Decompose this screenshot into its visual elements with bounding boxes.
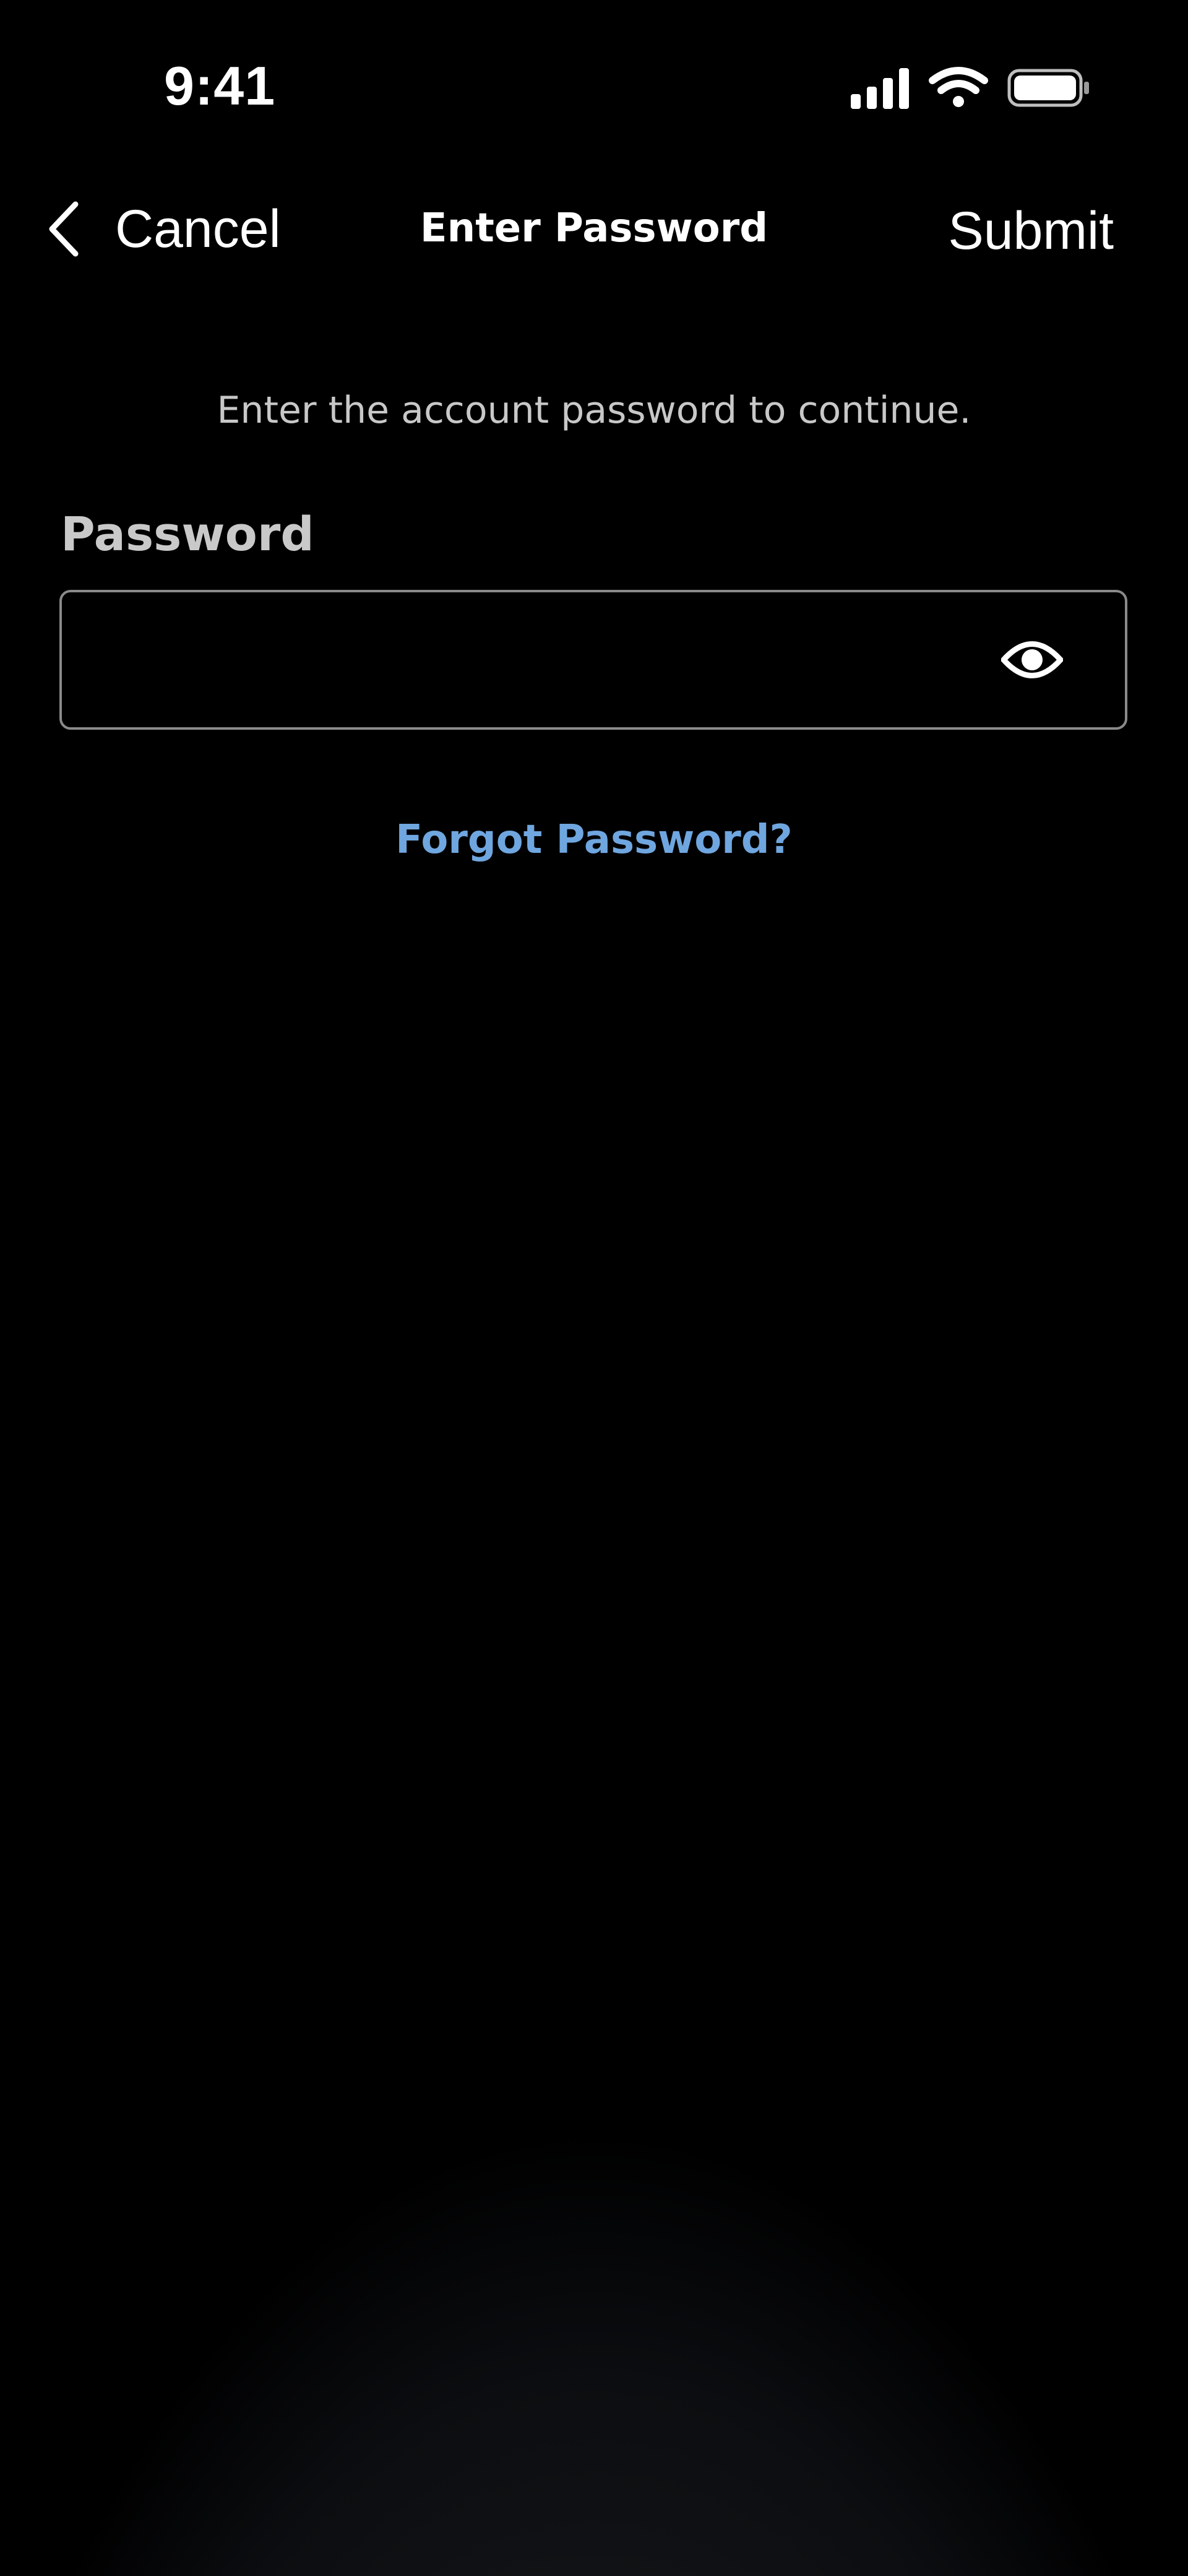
navigation-bar: Cancel Enter Password Submit (0, 179, 1188, 279)
battery-icon (1007, 69, 1089, 107)
submit-button[interactable]: Submit (948, 201, 1114, 262)
instruction-text: Enter the account password to continue. (217, 389, 971, 432)
status-bar: 9:41 (0, 0, 1188, 179)
password-label: Password (61, 506, 314, 561)
background-gradient (0, 916, 1188, 2576)
status-icons (851, 67, 1092, 110)
wifi-icon (929, 67, 988, 107)
signal-icon (851, 68, 909, 109)
password-screen: 9:41 Cancel Enter Password Submit Enter … (0, 0, 1188, 2576)
eye-icon[interactable] (1001, 637, 1064, 683)
password-input[interactable] (87, 592, 986, 728)
forgot-password-link[interactable]: Forgot Password? (0, 817, 1188, 863)
password-field[interactable] (59, 590, 1127, 730)
status-time: 9:41 (164, 55, 276, 116)
